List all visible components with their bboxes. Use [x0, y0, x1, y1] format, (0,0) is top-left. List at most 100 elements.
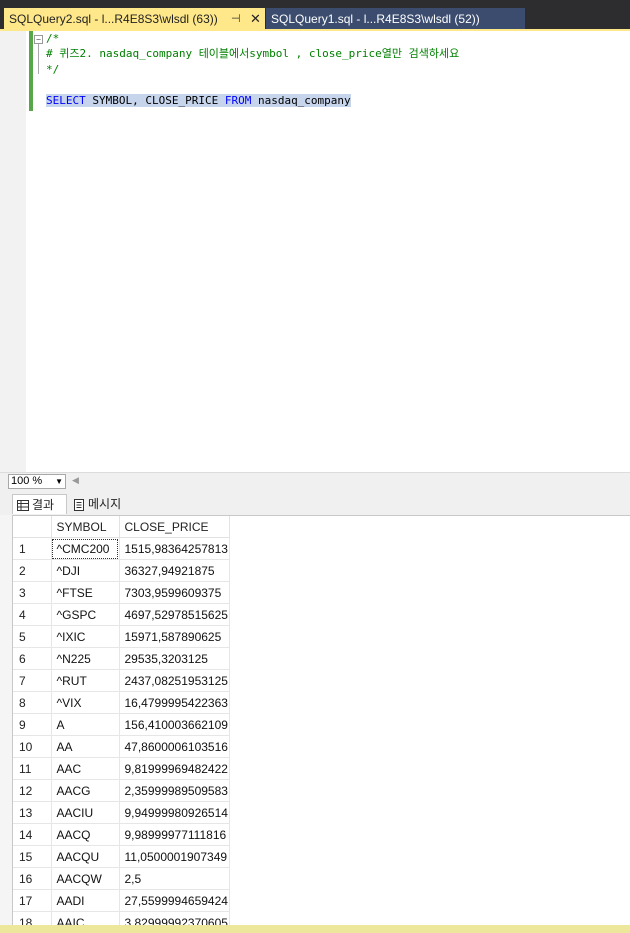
change-indicator-bar — [29, 31, 33, 111]
table-row[interactable]: 12 AACG 2,35999989509583 — [13, 779, 230, 802]
cell-symbol[interactable]: AACQU — [51, 845, 120, 868]
row-number[interactable]: 4 — [13, 603, 52, 626]
cell-close-price[interactable]: 36327,94921875 — [119, 559, 230, 582]
table-row[interactable]: 18 AAIC 3,82999992370605 — [13, 911, 230, 926]
tab-results[interactable]: 결과 — [12, 494, 67, 514]
table-row[interactable]: 14 AACQ 9,98999977111816 — [13, 823, 230, 846]
row-number[interactable]: 1 — [13, 537, 52, 560]
fold-guide-line — [38, 44, 39, 74]
table-row[interactable]: 5 ^IXIC 15971,587890625 — [13, 625, 230, 648]
cell-close-price[interactable]: 4697,52978515625 — [119, 603, 230, 626]
cell-close-price[interactable]: 47,8600006103516 — [119, 735, 230, 758]
cell-close-price[interactable]: 11,0500001907349 — [119, 845, 230, 868]
cell-close-price[interactable]: 7303,9599609375 — [119, 581, 230, 604]
table-row[interactable]: 10 AA 47,8600006103516 — [13, 735, 230, 758]
column-header-close-price[interactable]: CLOSE_PRICE — [119, 516, 230, 538]
table-row[interactable]: 9 A 156,410003662109 — [13, 713, 230, 736]
cell-close-price[interactable]: 3,82999992370605 — [119, 911, 230, 926]
cell-symbol[interactable]: AAC — [51, 757, 120, 780]
cell-symbol[interactable]: AACG — [51, 779, 120, 802]
cell-symbol[interactable]: ^VIX — [51, 691, 120, 714]
table-row[interactable]: 2 ^DJI 36327,94921875 — [13, 559, 230, 582]
tab-sqlquery2[interactable]: SQLQuery2.sql - l...R4E8S3\wlsdl (63)) ⊣… — [4, 8, 265, 30]
cell-symbol[interactable]: ^FTSE — [51, 581, 120, 604]
cell-symbol[interactable]: ^CMC200 — [51, 537, 120, 560]
row-number[interactable]: 18 — [13, 911, 52, 926]
cell-close-price[interactable]: 9,98999977111816 — [119, 823, 230, 846]
results-grid[interactable]: SYMBOL CLOSE_PRICE 1 ^CMC200 1515,98364257… — [12, 515, 630, 926]
table-row[interactable]: 6 ^N225 29535,3203125 — [13, 647, 230, 670]
zoom-select[interactable]: 100 % ▼ — [8, 474, 66, 489]
comment-line-3: */ — [46, 63, 60, 76]
cell-symbol[interactable]: A — [51, 713, 120, 736]
comment-line-1: /* — [46, 32, 60, 45]
table-row[interactable]: 11 AAC 9,81999969482422 — [13, 757, 230, 780]
row-number[interactable]: 9 — [13, 713, 52, 736]
tab-messages[interactable]: 메시지 — [70, 494, 134, 514]
row-number[interactable]: 7 — [13, 669, 52, 692]
row-number[interactable]: 17 — [13, 889, 52, 912]
table-row[interactable]: 15 AACQU 11,0500001907349 — [13, 845, 230, 868]
cell-symbol[interactable]: ^DJI — [51, 559, 120, 582]
results-tab-strip: 결과 메시지 — [0, 491, 630, 515]
cell-symbol[interactable]: AACIU — [51, 801, 120, 824]
cell-close-price[interactable]: 15971,587890625 — [119, 625, 230, 648]
cell-close-price[interactable]: 2437,08251953125 — [119, 669, 230, 692]
tab-title: SQLQuery1.sql - l...R4E8S3\wlsdl (52)) — [271, 12, 480, 26]
row-number[interactable]: 12 — [13, 779, 52, 802]
cell-symbol[interactable]: ^RUT — [51, 669, 120, 692]
editor-zoom-bar: 100 % ▼ ◀ — [0, 472, 630, 491]
cell-symbol[interactable]: AA — [51, 735, 120, 758]
row-number[interactable]: 6 — [13, 647, 52, 670]
table-row[interactable]: 13 AACIU 9,94999980926514 — [13, 801, 230, 824]
row-number-header — [13, 516, 52, 538]
editor-gutter — [0, 31, 26, 472]
tab-sqlquery1[interactable]: SQLQuery1.sql - l...R4E8S3\wlsdl (52)) — [266, 8, 525, 30]
query-editor[interactable]: − /* # 퀴즈2. nasdaq_company 테이블에서symbol ,… — [0, 31, 630, 472]
keyword-from: FROM — [224, 94, 252, 107]
row-number[interactable]: 5 — [13, 625, 52, 648]
table-row[interactable]: 8 ^VIX 16,4799995422363 — [13, 691, 230, 714]
cell-close-price[interactable]: 27,5599994659424 — [119, 889, 230, 912]
table-row[interactable]: 7 ^RUT 2437,08251953125 — [13, 669, 230, 692]
scroll-left-icon[interactable]: ◀ — [72, 475, 79, 486]
table-row[interactable]: 3 ^FTSE 7303,9599609375 — [13, 581, 230, 604]
collapse-region-icon[interactable]: − — [34, 35, 43, 44]
row-number[interactable]: 2 — [13, 559, 52, 582]
row-number[interactable]: 3 — [13, 581, 52, 604]
cell-close-price[interactable]: 9,94999980926514 — [119, 801, 230, 824]
row-number[interactable]: 10 — [13, 735, 52, 758]
keyword-select: SELECT — [46, 94, 86, 107]
cell-symbol[interactable]: AAIC — [51, 911, 120, 926]
cell-symbol[interactable]: AACQ — [51, 823, 120, 846]
row-number[interactable]: 11 — [13, 757, 52, 780]
tab-messages-label: 메시지 — [88, 497, 122, 511]
column-header-symbol[interactable]: SYMBOL — [51, 516, 120, 538]
row-number[interactable]: 14 — [13, 823, 52, 846]
cell-symbol[interactable]: ^N225 — [51, 647, 120, 670]
table-row[interactable]: 1 ^CMC200 1515,98364257813 — [13, 537, 230, 560]
cell-close-price[interactable]: 16,4799995422363 — [119, 691, 230, 714]
table-row[interactable]: 16 AACQW 2,5 — [13, 867, 230, 890]
query-table: nasdaq_company — [251, 94, 351, 107]
row-number[interactable]: 13 — [13, 801, 52, 824]
cell-symbol[interactable]: AADI — [51, 889, 120, 912]
selected-query-line[interactable]: SELECT SYMBOL, CLOSE_PRICE FROM nasdaq_c… — [46, 93, 351, 109]
cell-close-price[interactable]: 29535,3203125 — [119, 647, 230, 670]
tab-results-label: 결과 — [32, 498, 55, 512]
table-row[interactable]: 17 AADI 27,5599994659424 — [13, 889, 230, 912]
cell-close-price[interactable]: 2,5 — [119, 867, 230, 890]
cell-close-price[interactable]: 9,81999969482422 — [119, 757, 230, 780]
cell-close-price[interactable]: 1515,98364257813 — [119, 537, 230, 560]
cell-symbol[interactable]: AACQW — [51, 867, 120, 890]
cell-symbol[interactable]: ^GSPC — [51, 603, 120, 626]
close-tab-button[interactable]: ✕ — [250, 8, 261, 30]
row-number[interactable]: 8 — [13, 691, 52, 714]
cell-close-price[interactable]: 2,35999989509583 — [119, 779, 230, 802]
cell-close-price[interactable]: 156,410003662109 — [119, 713, 230, 736]
cell-symbol[interactable]: ^IXIC — [51, 625, 120, 648]
row-number[interactable]: 16 — [13, 867, 52, 890]
table-row[interactable]: 4 ^GSPC 4697,52978515625 — [13, 603, 230, 626]
pin-icon[interactable]: ⊣ — [231, 8, 241, 30]
row-number[interactable]: 15 — [13, 845, 52, 868]
